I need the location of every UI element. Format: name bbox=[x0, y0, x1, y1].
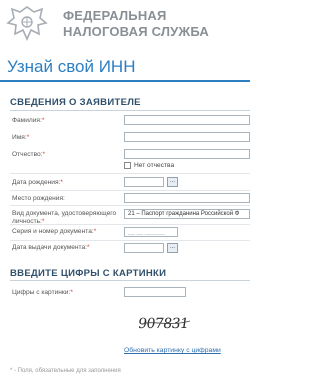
applicant-section-rule bbox=[10, 110, 250, 111]
row-divider bbox=[10, 205, 250, 206]
doctype-selected-value: 21 – Паспорт гражданина Российской Ф bbox=[128, 211, 240, 217]
eagle-emblem-icon bbox=[6, 6, 48, 41]
org-name-line-1: ФЕДЕРАЛЬНАЯ bbox=[63, 8, 167, 23]
docnumber-placeholder: __ __ ______ bbox=[128, 229, 165, 235]
birthplace-label: Место рождения: bbox=[12, 195, 65, 202]
birthdate-calendar-button[interactable]: ... bbox=[167, 177, 178, 187]
captcha-section-rule bbox=[10, 280, 250, 281]
applicant-section-heading: СВЕДЕНИЯ О ЗАЯВИТЕЛЕ bbox=[10, 97, 141, 108]
no-patronymic-checkbox[interactable] bbox=[124, 162, 131, 169]
row-divider bbox=[10, 224, 250, 225]
name-label: Имя:* bbox=[12, 134, 30, 141]
captcha-section-heading: ВВЕДИТЕ ЦИФРЫ С КАРТИНКИ bbox=[10, 268, 167, 279]
title-underline bbox=[0, 80, 250, 82]
birthplace-input[interactable] bbox=[124, 193, 250, 203]
row-divider bbox=[10, 240, 250, 241]
docnumber-input[interactable]: __ __ ______ bbox=[124, 227, 178, 237]
issuedate-calendar-button[interactable]: ... bbox=[167, 243, 178, 253]
docnumber-label: Серия и номер документа:* bbox=[12, 228, 97, 235]
name-input[interactable] bbox=[124, 132, 250, 142]
required-fields-note: * - Поля, обязательные для заполнения bbox=[10, 368, 121, 374]
org-name-line-2: НАЛОГОВАЯ СЛУЖБА bbox=[63, 24, 210, 39]
row-divider bbox=[10, 190, 250, 191]
doctype-select[interactable]: 21 – Паспорт гражданина Российской Ф bbox=[124, 209, 250, 219]
issuedate-input[interactable] bbox=[124, 243, 164, 253]
page-title: Узнай свой ИНН bbox=[7, 57, 136, 76]
refresh-captcha-link[interactable]: Обновить картинку с цифрами bbox=[124, 347, 221, 354]
captcha-input[interactable] bbox=[124, 287, 186, 297]
captcha-digits: 907831 bbox=[138, 316, 190, 332]
site-header: ФЕДЕРАЛЬНАЯ НАЛОГОВАЯ СЛУЖБА bbox=[0, 0, 250, 48]
captcha-image: 907831 bbox=[138, 316, 191, 332]
patronymic-label: Отчество:* bbox=[12, 151, 46, 158]
no-patronymic-label: Нет отчества bbox=[134, 162, 175, 169]
surname-input[interactable] bbox=[124, 115, 250, 125]
captcha-input-label: Цифры с картинки:* bbox=[12, 289, 73, 296]
surname-label: Фамилия:* bbox=[12, 117, 45, 124]
row-divider bbox=[10, 173, 250, 174]
birthdate-input[interactable] bbox=[124, 177, 164, 187]
issuedate-label: Дата выдачи документа:* bbox=[12, 244, 90, 251]
patronymic-input[interactable] bbox=[124, 149, 250, 159]
birthdate-label: Дата рождения:* bbox=[12, 179, 63, 186]
